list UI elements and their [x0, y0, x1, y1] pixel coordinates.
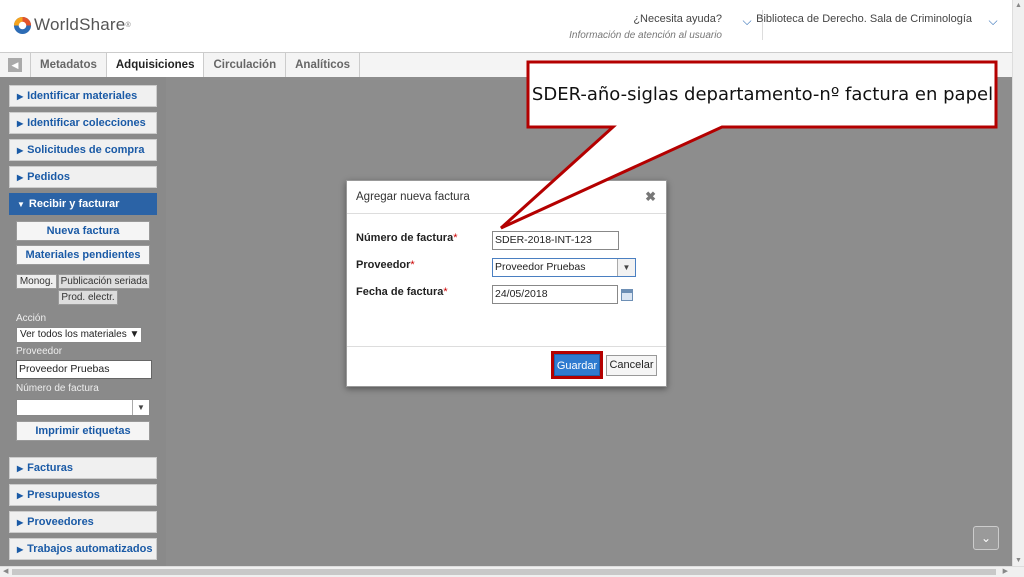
scroll-to-bottom-icon[interactable]: ⌄ — [973, 526, 999, 550]
invoice-number-field-label: Número de factura* — [356, 232, 457, 244]
subtab-monog[interactable]: Monog. — [16, 274, 57, 289]
invoice-date-input[interactable]: 24/05/2018 — [492, 285, 618, 304]
required-mark: * — [443, 286, 448, 298]
invoice-number-input[interactable]: SDER-2018-INT-123 — [492, 231, 619, 250]
sidebar-item-label: Presupuestos — [27, 489, 100, 501]
sidebar-item-recibir-facturar[interactable]: ▼ Recibir y facturar — [9, 193, 157, 215]
sidebar-item-pedidos[interactable]: ▶ Pedidos — [9, 166, 157, 188]
pending-materials-button[interactable]: Materiales pendientes — [16, 245, 150, 265]
tab-metadatos[interactable]: Metadatos — [30, 53, 107, 77]
sidebar-item-trabajos-automatizados[interactable]: ▶ Trabajos automatizados — [9, 538, 157, 560]
print-labels-button[interactable]: Imprimir etiquetas — [16, 421, 150, 441]
calendar-icon[interactable] — [621, 289, 633, 301]
subtab-publicacion-seriada[interactable]: Publicación seriada — [58, 274, 150, 289]
scroll-left-icon[interactable]: ◀ — [3, 567, 8, 575]
sidebar-item-identificar-colecciones[interactable]: ▶ Identificar colecciones — [9, 112, 157, 134]
sidebar-item-label: Trabajos automatizados — [27, 543, 153, 555]
callout-text: SDER-año-siglas departamento-nº factura … — [531, 84, 994, 105]
vendor-select[interactable]: Proveedor Pruebas ▼ — [492, 258, 636, 277]
scroll-up-icon[interactable]: ▲ — [1015, 2, 1022, 9]
dropdown-arrow-icon[interactable]: ▼ — [617, 259, 635, 276]
brand-name: WorldShare — [34, 15, 126, 34]
dropdown-arrow-icon[interactable]: ▼ — [132, 400, 149, 415]
caret-right-icon: ▶ — [17, 518, 24, 527]
new-invoice-button[interactable]: Nueva factura — [16, 221, 150, 241]
sidebar-item-identificar-materiales[interactable]: ▶ Identificar materiales — [9, 85, 157, 107]
horizontal-scrollbar[interactable]: ◀ ▶ — [0, 566, 1024, 577]
action-select[interactable]: Ver todos los materiales ▼ — [16, 327, 142, 343]
scroll-down-icon[interactable]: ▼ — [1015, 557, 1022, 564]
dropdown-arrow-icon: ▼ — [129, 329, 140, 340]
cancel-button[interactable]: Cancelar — [606, 355, 657, 376]
caret-down-icon: ▼ — [17, 200, 25, 209]
dialog-title: Agregar nueva factura — [356, 191, 470, 203]
required-mark: * — [453, 232, 458, 244]
sidebar-item-label: Identificar colecciones — [27, 117, 146, 129]
sidebar-item-label: Solicitudes de compra — [27, 144, 145, 156]
sidebar-item-solicitudes-compra[interactable]: ▶ Solicitudes de compra — [9, 139, 157, 161]
worldshare-logo[interactable]: WorldShare ® — [13, 15, 131, 35]
invoice-number-combo[interactable]: ▼ — [16, 399, 150, 416]
sidebar-item-label: Facturas — [27, 462, 74, 474]
vendor-field-label: Proveedor* — [356, 259, 415, 271]
sidebar-item-presupuestos[interactable]: ▶ Presupuestos — [9, 484, 157, 506]
dialog-footer-divider — [347, 346, 666, 347]
sidebar-item-proveedores[interactable]: ▶ Proveedores — [9, 511, 157, 533]
caret-right-icon: ▶ — [17, 146, 24, 155]
caret-right-icon: ▶ — [17, 92, 24, 101]
close-icon[interactable]: ✖ — [645, 189, 656, 205]
field-label-text: Proveedor — [356, 259, 411, 271]
library-name[interactable]: Biblioteca de Derecho. Sala de Criminolo… — [756, 13, 972, 25]
action-select-value: Ver todos los materiales — [20, 329, 127, 340]
app-header: WorldShare ® ¿Necesita ayuda? Información… — [0, 0, 1012, 52]
tab-adquisiciones[interactable]: Adquisiciones — [106, 53, 205, 77]
sidebar-item-label: Identificar materiales — [27, 90, 138, 102]
save-button[interactable]: Guardar — [554, 354, 600, 376]
caret-right-icon: ▶ — [17, 173, 24, 182]
vertical-scrollbar[interactable]: ▲ ▼ — [1012, 0, 1024, 566]
sidebar: ▶ Identificar materiales ▶ Identificar col… — [0, 77, 166, 566]
worldshare-logo-icon — [13, 16, 32, 34]
library-chevron-down-icon[interactable]: ⌵ — [984, 12, 1002, 30]
help-title: ¿Necesita ayuda? — [633, 13, 722, 25]
caret-right-icon: ▶ — [17, 545, 24, 554]
vendor-label: Proveedor — [16, 346, 63, 357]
help-chevron-down-icon[interactable]: ⌵ — [738, 12, 756, 30]
help-subtitle: Información de atención al usuario — [569, 30, 722, 41]
sidebar-item-label: Proveedores — [27, 516, 94, 528]
caret-right-icon: ▶ — [17, 491, 24, 500]
field-label-text: Fecha de factura — [356, 286, 444, 298]
horizontal-scroll-thumb[interactable] — [12, 569, 996, 575]
help-link[interactable]: ¿Necesita ayuda? Información de atención… — [569, 13, 722, 41]
caret-right-icon: ▶ — [17, 119, 24, 128]
tab-circulacion[interactable]: Circulación — [204, 53, 287, 77]
sidebar-item-label: Recibir y facturar — [28, 198, 120, 210]
caret-right-icon: ▶ — [17, 464, 24, 473]
sidebar-item-label: Pedidos — [27, 171, 70, 183]
required-mark: * — [410, 259, 415, 271]
vendor-input[interactable]: Proveedor Pruebas — [16, 360, 152, 379]
sidebar-item-facturas[interactable]: ▶ Facturas — [9, 457, 157, 479]
collapse-sidebar-icon[interactable]: ◀ — [8, 58, 22, 72]
invoice-number-label: Número de factura — [16, 383, 99, 394]
field-label-text: Número de factura — [356, 232, 454, 244]
vendor-select-value: Proveedor Pruebas — [495, 261, 586, 273]
new-invoice-dialog: Agregar nueva factura ✖ Número de factur… — [346, 180, 667, 387]
action-label: Acción — [16, 313, 47, 324]
dialog-header: Agregar nueva factura ✖ — [347, 181, 666, 214]
subtab-prod-electr[interactable]: Prod. electr. — [58, 290, 118, 305]
invoice-date-field-label: Fecha de factura* — [356, 286, 448, 298]
tab-analiticos[interactable]: Analíticos — [286, 53, 361, 77]
scroll-right-icon[interactable]: ▶ — [1003, 567, 1008, 575]
